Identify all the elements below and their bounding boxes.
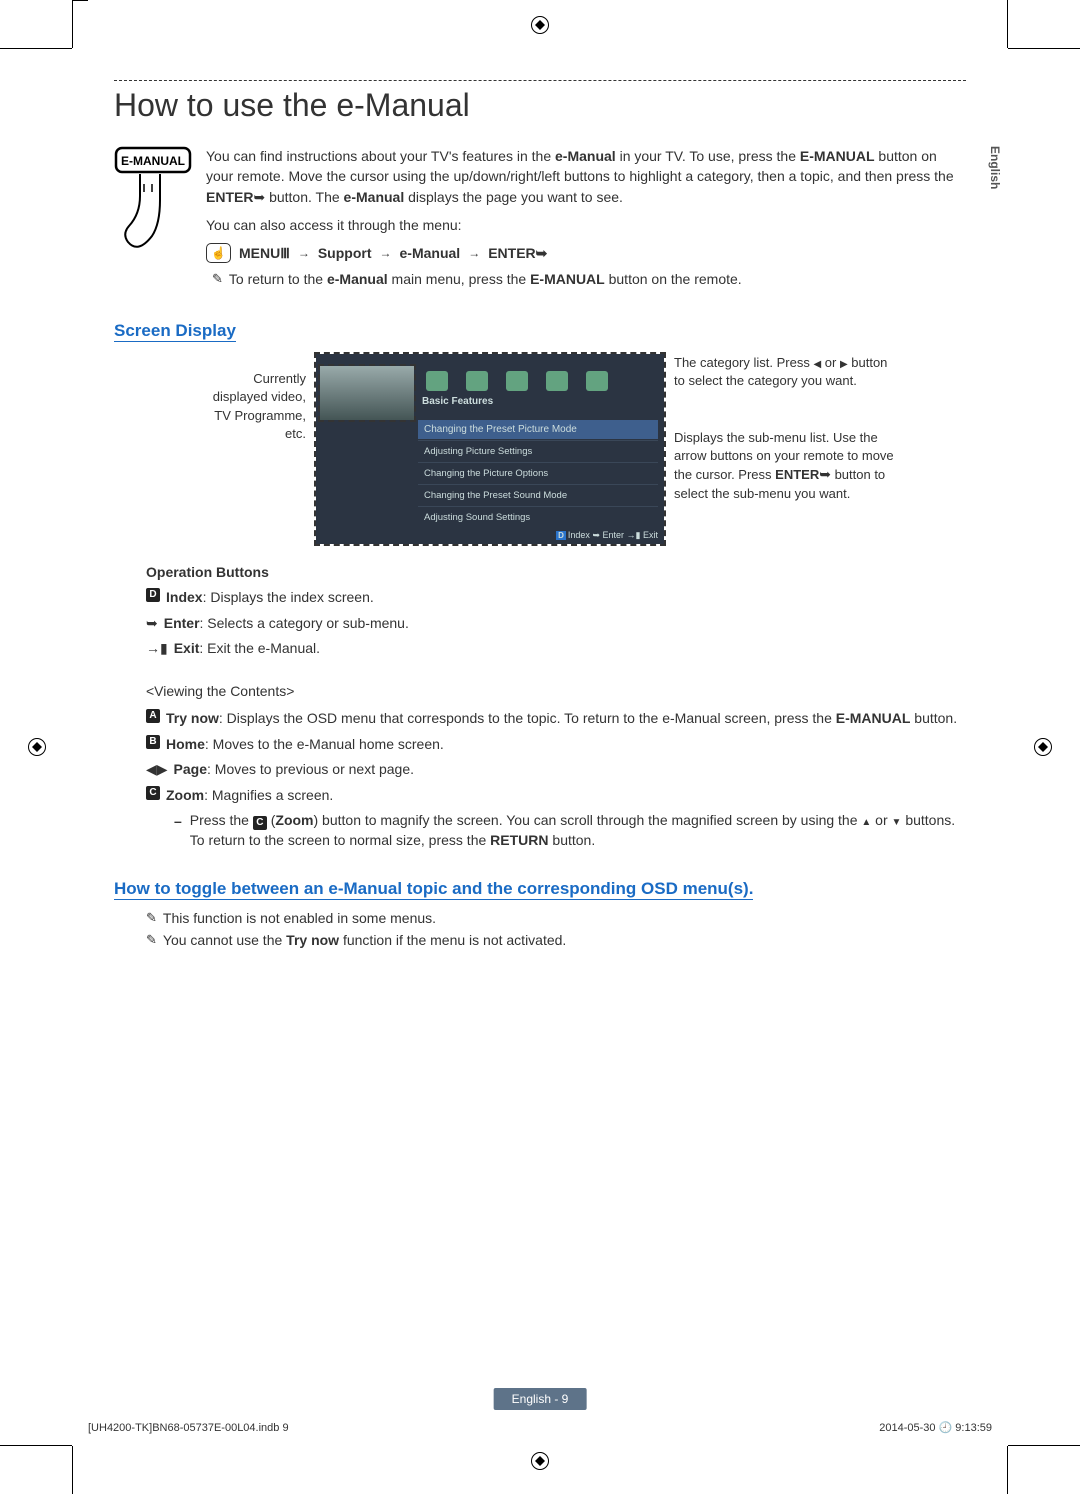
note-item: ✎ This function is not enabled in some m… <box>146 910 966 926</box>
screenshot-video-thumbnail <box>320 366 414 420</box>
triangle-up-icon: ▲ <box>861 817 871 828</box>
right-callout-1: The category list. Press ◀ or ▶ button t… <box>674 354 894 390</box>
screenshot-submenu-item: Changing the Preset Sound Mode <box>418 484 658 506</box>
page-content: English How to use the e-Manual E-MANUAL… <box>114 80 966 1404</box>
enter-icon: ➥ <box>819 466 831 482</box>
exit-icon: →▮ <box>627 530 643 540</box>
category-icon <box>426 371 448 391</box>
screenshot-submenu-item: Changing the Picture Options <box>418 462 658 484</box>
crop-mark <box>1008 1445 1080 1446</box>
crop-mark <box>1008 48 1080 49</box>
left-right-icon: ◀▶ <box>146 760 168 780</box>
exit-icon: →▮ <box>146 639 168 659</box>
triangle-left-icon: ◀ <box>813 359 821 370</box>
note-bullet-icon: ✎ <box>146 932 157 948</box>
print-registration-right <box>1034 738 1052 756</box>
enter-icon: ➥ <box>592 530 602 540</box>
menu-icon: Ⅲ <box>280 245 290 261</box>
enter-icon: ➥ <box>146 614 158 634</box>
right-callout-2: Displays the sub-menu list. Use the arro… <box>674 429 894 503</box>
arrow-right-icon: → <box>380 246 392 260</box>
section-heading-screen-display: Screen Display <box>114 321 236 342</box>
note-bullet-icon: ✎ <box>212 271 223 287</box>
operation-item-index: D Index: Displays the index screen. <box>146 588 966 608</box>
enter-icon: ➥ <box>253 189 265 205</box>
path-segment: Support <box>318 245 372 261</box>
crop-mark <box>1007 0 1008 48</box>
intro-section: E-MANUAL You can find instructions about… <box>114 146 966 293</box>
screenshot-category-header: Basic Features <box>422 396 493 407</box>
screenshot-footer-hints: DIndex ➥ Enter →▮ Exit <box>554 530 658 541</box>
screenshot-selected-item: Changing the Preset Picture Mode <box>418 420 658 439</box>
print-datetime: 2014-05-30 🕘 9:13:59 <box>879 1421 992 1434</box>
right-callouts: The category list. Press ◀ or ▶ button t… <box>674 354 894 503</box>
crop-mark <box>0 48 72 49</box>
page-footer: English - 9 <box>494 1388 587 1410</box>
operation-item-page: ◀▶ Page: Moves to previous or next page. <box>146 760 966 780</box>
screen-display-layout: Currently displayed video, TV Programme,… <box>114 354 966 544</box>
print-registration-left <box>28 738 46 756</box>
category-icon <box>466 371 488 391</box>
print-registration-top <box>531 16 549 34</box>
toggle-notes: ✎ This function is not enabled in some m… <box>114 910 966 948</box>
operation-buttons-heading: Operation Buttons <box>146 564 966 580</box>
crop-mark <box>72 1446 73 1494</box>
menu-path: ☝ MENUⅢ → Support → e-Manual → ENTER➥ <box>206 243 966 263</box>
path-segment: ENTER➥ <box>488 245 547 262</box>
operation-item-home: B Home: Moves to the e-Manual home scree… <box>146 735 966 755</box>
enter-icon: ➥ <box>536 245 548 261</box>
language-tab: English <box>988 146 1002 189</box>
arrow-right-icon: → <box>298 246 310 260</box>
triangle-down-icon: ▼ <box>892 817 902 828</box>
dashed-divider <box>114 80 966 81</box>
crop-mark <box>1007 1446 1008 1494</box>
intro-paragraph-2: You can also access it through the menu: <box>206 215 966 235</box>
print-filename: [UH4200-TK]BN68-05737E-00L04.indb 9 <box>88 1422 289 1434</box>
screenshot-submenu-item: Adjusting Picture Settings <box>418 440 658 462</box>
page-title: How to use the e-Manual <box>114 87 966 124</box>
screenshot-submenu-list: Adjusting Picture Settings Changing the … <box>418 440 658 528</box>
section-heading-toggle: How to toggle between an e-Manual topic … <box>114 879 753 900</box>
viewing-contents-heading: <Viewing the Contents> <box>146 683 966 699</box>
emanual-screenshot: Basic Features Changing the Preset Pictu… <box>316 354 664 544</box>
crop-mark <box>72 0 88 48</box>
category-icon <box>506 371 528 391</box>
remote-illustration: E-MANUAL <box>114 146 192 293</box>
operation-item-enter: ➥ Enter: Selects a category or sub-menu. <box>146 614 966 634</box>
remote-button-label: E-MANUAL <box>121 154 185 168</box>
note-text: This function is not enabled in some men… <box>163 910 436 926</box>
note-item: ✎ To return to the e-Manual main menu, p… <box>212 271 966 287</box>
badge-d: D <box>146 588 160 602</box>
badge-d: D <box>556 531 566 540</box>
path-segment: e-Manual <box>400 245 461 261</box>
path-segment: MENUⅢ <box>239 245 290 262</box>
badge-c: C <box>253 816 267 830</box>
badge-c: C <box>146 786 160 800</box>
note-text: You cannot use the Try now function if t… <box>163 932 566 948</box>
note-bullet-icon: ✎ <box>146 910 157 926</box>
category-icon <box>586 371 608 391</box>
intro-paragraph-1: You can find instructions about your TV'… <box>206 146 966 207</box>
arrow-right-icon: → <box>468 246 480 260</box>
operation-item-exit: →▮ Exit: Exit the e-Manual. <box>146 639 966 659</box>
screenshot-submenu-item: Adjusting Sound Settings <box>418 506 658 528</box>
badge-a: A <box>146 709 160 723</box>
dash-bullet: – <box>174 812 182 832</box>
badge-b: B <box>146 735 160 749</box>
triangle-right-icon: ▶ <box>840 359 848 370</box>
screenshot-category-icons <box>426 368 658 394</box>
crop-mark <box>0 1445 72 1446</box>
remote-button-icon: ☝ <box>206 243 231 263</box>
left-callout: Currently displayed video, TV Programme,… <box>186 354 306 443</box>
intro-text: You can find instructions about your TV'… <box>206 146 966 293</box>
page-number-label: English - 9 <box>494 1388 587 1410</box>
note-item: ✎ You cannot use the Try now function if… <box>146 932 966 948</box>
zoom-subnote: – Press the C (Zoom) button to magnify t… <box>174 811 966 850</box>
print-registration-bottom <box>531 1452 549 1470</box>
operation-item-trynow: A Try now: Displays the OSD menu that co… <box>146 709 966 729</box>
note-text: To return to the e-Manual main menu, pre… <box>229 271 742 287</box>
category-icon <box>546 371 568 391</box>
operation-item-zoom: C Zoom: Magnifies a screen. <box>146 786 966 806</box>
operation-buttons-section: Operation Buttons D Index: Displays the … <box>114 564 966 850</box>
